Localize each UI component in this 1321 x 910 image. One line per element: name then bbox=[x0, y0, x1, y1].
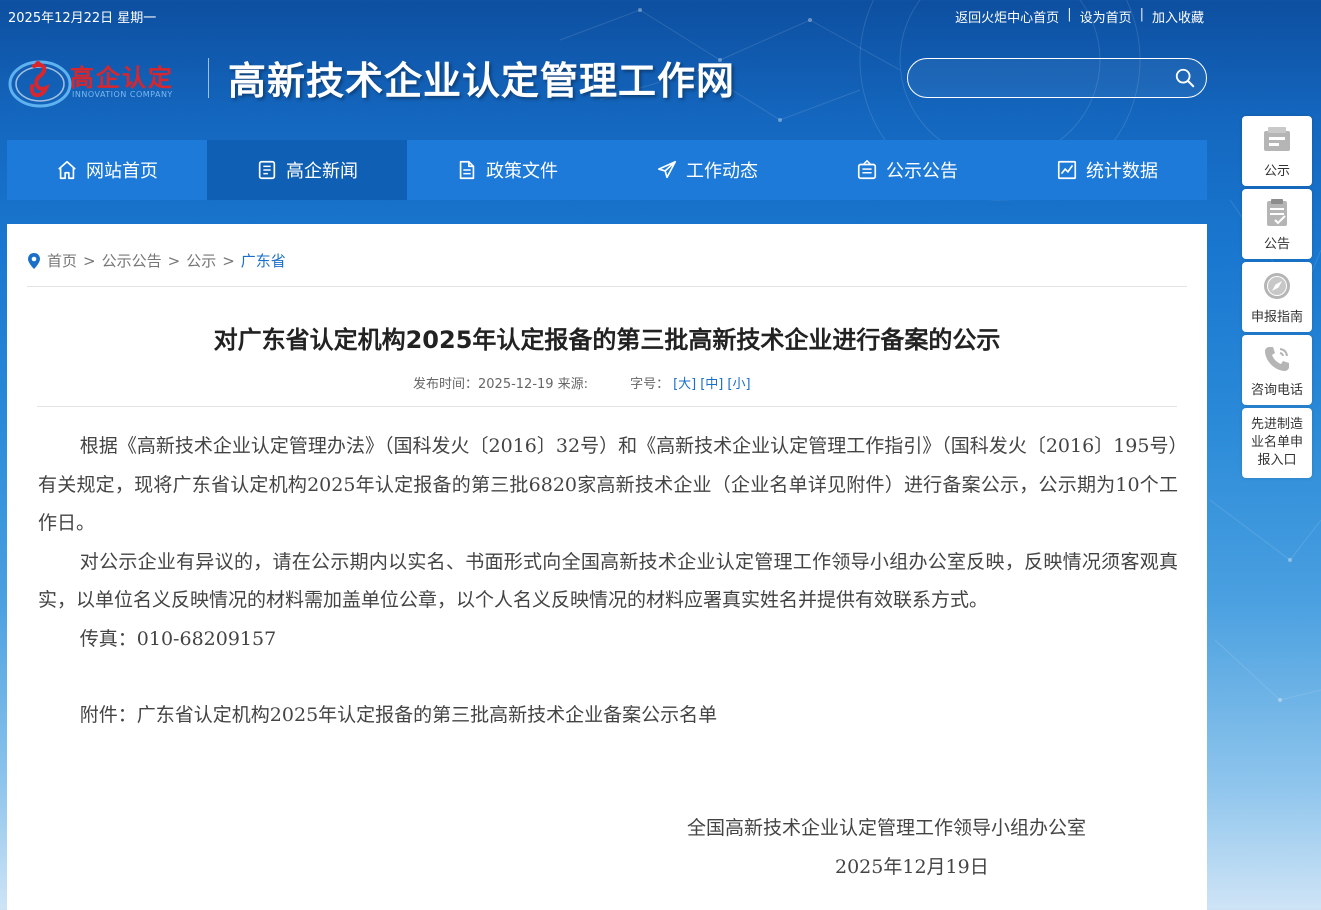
current-date: 2025年12月22日 星期一 bbox=[8, 11, 157, 26]
sidebar-item-bulletin[interactable]: 公告 bbox=[1242, 189, 1312, 259]
document-icon bbox=[459, 160, 475, 180]
signature-organization: 全国高新技术企业认定管理工作领导小组办公室 bbox=[687, 817, 1087, 839]
sidebar-item-notice[interactable]: 公示 bbox=[1242, 116, 1312, 186]
breadcrumb-separator: > bbox=[222, 251, 235, 270]
font-size-medium-button[interactable]: [中] bbox=[700, 373, 723, 392]
font-size-label: 字号： bbox=[630, 377, 670, 392]
font-size-small-button[interactable]: [小] bbox=[727, 373, 750, 392]
site-title: 高新技术企业认定管理工作网 bbox=[228, 58, 736, 103]
clipboard-icon bbox=[1267, 198, 1287, 226]
fax-line: 传真：010-68209157 bbox=[79, 627, 277, 650]
floating-sidebar: 公示 公告 申报指南 咨询电话 先进制造业名单申报入口 bbox=[1242, 116, 1312, 481]
sidebar-item-label: 公告 bbox=[1263, 236, 1290, 252]
breadcrumb-separator: > bbox=[83, 251, 96, 270]
breadcrumb-notice[interactable]: 公示 bbox=[186, 250, 216, 271]
nav-item-label: 统计数据 bbox=[1086, 161, 1158, 182]
location-pin-icon bbox=[28, 252, 40, 269]
publish-info: 发布时间：2025-12-19 来源: bbox=[413, 377, 589, 392]
article-title: 对广东省认定机构2025年认定报备的第三批高新技术企业进行备案的公示 bbox=[213, 326, 1001, 354]
nav-item-label: 政策文件 bbox=[486, 161, 558, 182]
breadcrumb-announcements[interactable]: 公示公告 bbox=[102, 250, 162, 271]
top-links: 返回火炬中心首页 | 设为首页 | 加入收藏 bbox=[955, 7, 1204, 26]
compass-icon bbox=[1264, 272, 1290, 299]
nav-item-label: 工作动态 bbox=[686, 161, 758, 182]
back-to-torch-center-link[interactable]: 返回火炬中心首页 bbox=[955, 7, 1059, 26]
sidebar-item-guide[interactable]: 申报指南 bbox=[1242, 262, 1312, 332]
paper-plane-icon bbox=[657, 160, 677, 179]
article-body: 根据《高新技术企业认定管理办法》（国科发火〔2016〕32号）和《高新技术企业认… bbox=[38, 427, 1178, 735]
main-nav: 网站首页 高企新闻 政策文件 工作动态 公示公告 统计数据 bbox=[7, 140, 1207, 200]
site-logo[interactable]: 高企认定 INNOVATION COMPANY bbox=[8, 48, 208, 108]
nav-item-home[interactable]: 网站首页 bbox=[7, 140, 207, 200]
article-panel: 首页 > 公示公告 > 公示 > 广东省 对广东省认定机构2025年认定报备的第… bbox=[7, 224, 1207, 910]
sidebar-item-hotline[interactable]: 咨询电话 bbox=[1242, 335, 1312, 405]
breadcrumb-guangdong[interactable]: 广东省 bbox=[241, 250, 286, 271]
search-box bbox=[907, 58, 1207, 98]
signature-date: 2025年12月19日 bbox=[835, 856, 989, 878]
sidebar-item-label: 公示 bbox=[1263, 163, 1290, 179]
home-icon bbox=[58, 160, 76, 180]
nav-item-label: 公示公告 bbox=[886, 161, 958, 182]
breadcrumb-home[interactable]: 首页 bbox=[47, 250, 77, 271]
site-header: 高企认定 INNOVATION COMPANY 高新技术企业认定管理工作网 bbox=[0, 40, 1321, 130]
add-favorite-link[interactable]: 加入收藏 bbox=[1152, 7, 1204, 26]
sidebar-item-label: 咨询电话 bbox=[1250, 382, 1303, 398]
notice-board-icon bbox=[1264, 126, 1290, 151]
logo-chinese-text: 高企认定 bbox=[70, 64, 174, 92]
nav-item-statistics[interactable]: 统计数据 bbox=[1007, 140, 1207, 200]
sidebar-item-label: 申报指南 bbox=[1250, 309, 1303, 325]
logo-english-text: INNOVATION COMPANY bbox=[72, 90, 173, 99]
search-input[interactable] bbox=[922, 67, 1162, 89]
nav-item-work-updates[interactable]: 工作动态 bbox=[607, 140, 807, 200]
chart-icon bbox=[1057, 160, 1077, 180]
set-homepage-link[interactable]: 设为首页 bbox=[1080, 7, 1132, 26]
news-icon bbox=[258, 160, 276, 180]
divider bbox=[27, 286, 1187, 287]
breadcrumb: 首页 > 公示公告 > 公示 > 广东省 bbox=[27, 250, 286, 271]
nav-item-label: 高企新闻 bbox=[286, 161, 358, 182]
divider bbox=[37, 406, 1177, 407]
phone-icon bbox=[1265, 346, 1289, 371]
font-size-large-button[interactable]: [大] bbox=[673, 373, 696, 392]
breadcrumb-separator: > bbox=[167, 251, 181, 270]
sidebar-item-label: 先进制造业名单申报入口 bbox=[1250, 417, 1303, 468]
attachment-link[interactable]: 附件：广东省认定机构2025年认定报备的第三批高新技术企业备案公示名单 bbox=[38, 696, 1178, 735]
nav-item-news[interactable]: 高企新闻 bbox=[207, 140, 407, 200]
article-meta: 发布时间：2025-12-19 来源: 字号： [大] [中] [小] bbox=[413, 373, 751, 392]
announcement-icon bbox=[857, 159, 877, 180]
logo-emblem-icon bbox=[8, 60, 72, 108]
search-icon[interactable] bbox=[1174, 67, 1196, 89]
logo-divider bbox=[208, 58, 209, 98]
sidebar-item-advanced-manufacturing-entry[interactable]: 先进制造业名单申报入口 bbox=[1242, 408, 1312, 478]
nav-item-policy[interactable]: 政策文件 bbox=[407, 140, 607, 200]
top-link-separator: | bbox=[1139, 7, 1144, 22]
article-paragraph: 根据《高新技术企业认定管理办法》（国科发火〔2016〕32号）和《高新技术企业认… bbox=[38, 435, 1178, 534]
article-paragraph: 对公示企业有异议的，请在公示期内以实名、书面形式向全国高新技术企业认定管理工作领… bbox=[38, 550, 1178, 612]
nav-item-label: 网站首页 bbox=[86, 161, 158, 182]
top-bar: 2025年12月22日 星期一 返回火炬中心首页 | 设为首页 | 加入收藏 bbox=[0, 0, 1321, 30]
nav-item-announcements[interactable]: 公示公告 bbox=[807, 140, 1007, 200]
top-link-separator: | bbox=[1067, 7, 1072, 22]
